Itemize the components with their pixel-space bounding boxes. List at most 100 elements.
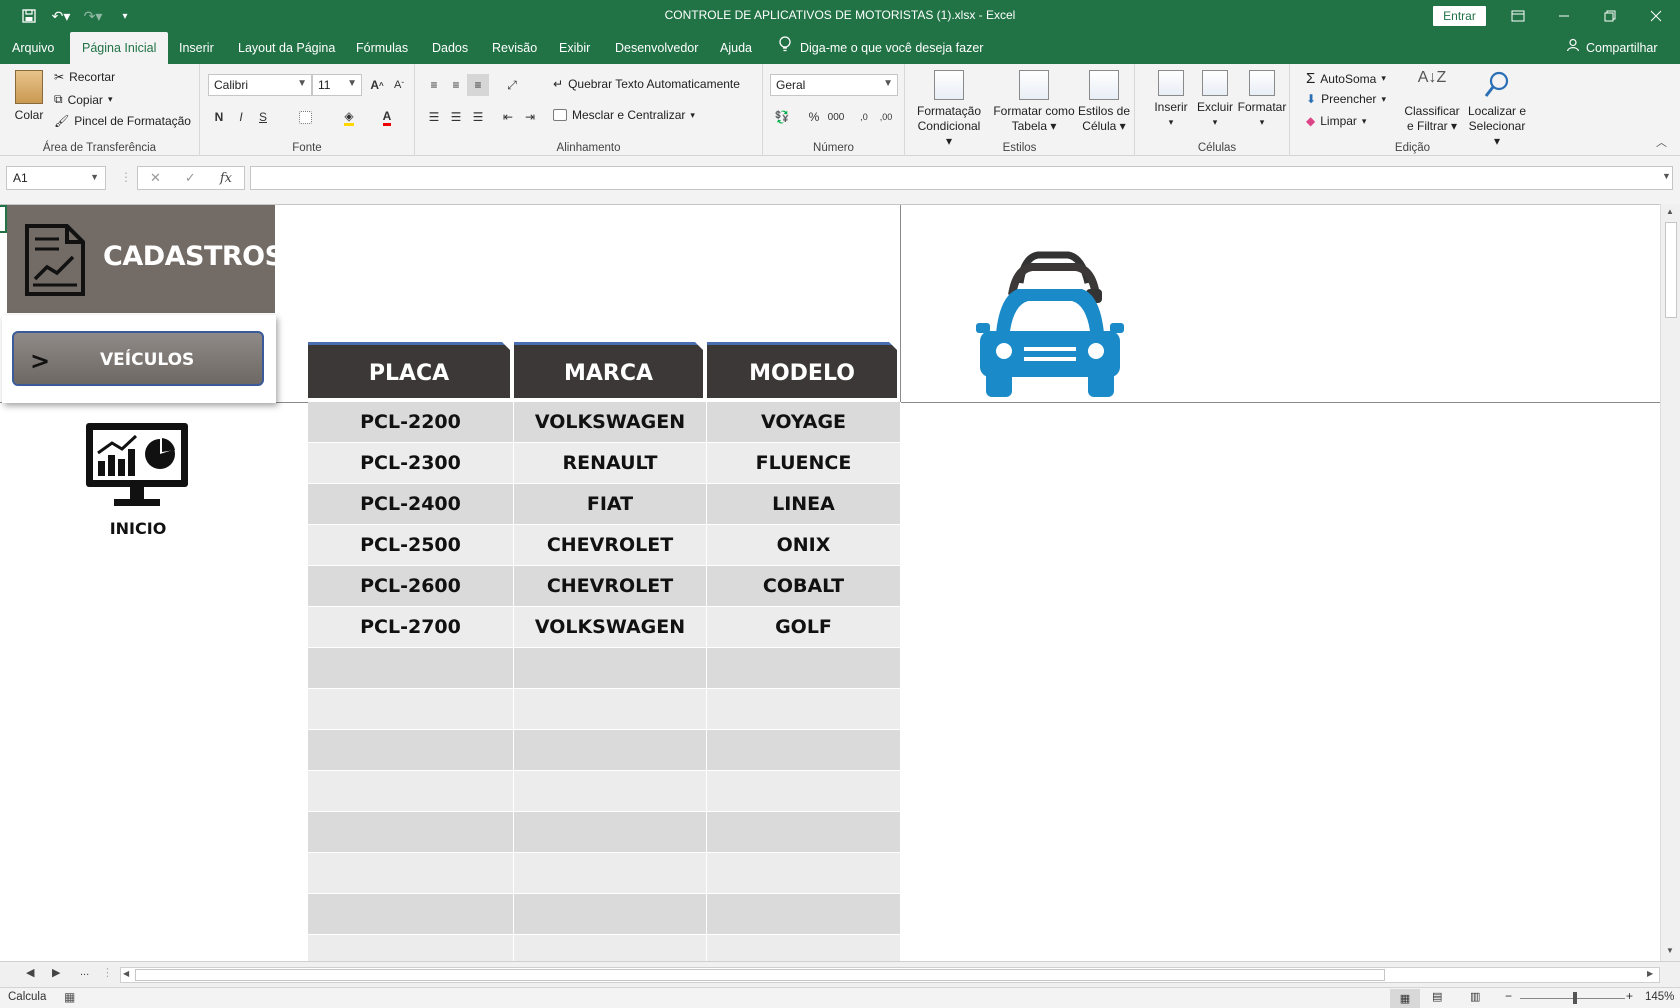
format-as-table-button[interactable]: Formatar como Tabela ▾ (993, 70, 1075, 134)
scroll-left-icon[interactable]: ◀ (123, 969, 129, 978)
cancel-icon[interactable]: ✕ (150, 170, 161, 186)
cell-modelo[interactable] (707, 935, 901, 961)
vertical-scrollbar[interactable]: ▲ ▼ (1660, 204, 1680, 961)
find-select-button[interactable]: Localizar e Selecionar ▾ (1464, 70, 1530, 149)
align-bottom-icon[interactable]: ≡ (467, 74, 489, 96)
more-sheets-button[interactable]: ... (80, 966, 89, 978)
zoom-level[interactable]: 145% (1645, 991, 1674, 1003)
zoom-in-icon[interactable]: + (1626, 989, 1633, 1003)
next-sheet-icon[interactable]: ▶ (52, 966, 60, 979)
cell-marca[interactable] (514, 894, 707, 935)
sort-filter-button[interactable]: A↓Z Classificar e Filtrar ▾ (1402, 70, 1462, 134)
decrease-indent-icon[interactable]: ⇤ (497, 106, 519, 128)
cell-modelo[interactable]: ONIX (707, 525, 901, 566)
cell-placa[interactable]: PCL-2400 (308, 484, 514, 525)
cell-placa[interactable] (308, 812, 514, 853)
cell-modelo[interactable] (707, 894, 901, 935)
enter-icon[interactable]: ✓ (185, 170, 196, 186)
cell-modelo[interactable]: COBALT (707, 566, 901, 607)
cell-placa[interactable]: PCL-2300 (308, 443, 514, 484)
zoom-slider-handle[interactable] (1573, 992, 1577, 1004)
veiculos-button[interactable]: > VEÍCULOS (12, 331, 264, 386)
worksheet-grid[interactable]: CADASTROS > VEÍCULOS INICIO PLACA MARCA (0, 204, 1660, 961)
orientation-icon[interactable]: ⤢ (501, 74, 523, 96)
wrap-text-button[interactable]: ↵ Quebrar Texto Automaticamente (553, 77, 740, 91)
cell-marca[interactable]: FIAT (514, 484, 707, 525)
cell-marca[interactable]: CHEVROLET (514, 566, 707, 607)
scroll-right-icon[interactable]: ▶ (1647, 969, 1653, 978)
format-cells-button[interactable]: Formatar ▾ (1237, 70, 1287, 130)
tab-dados[interactable]: Dados (432, 32, 468, 64)
scroll-up-icon[interactable]: ▲ (1666, 207, 1674, 216)
underline-button[interactable]: S (252, 106, 274, 128)
currency-icon[interactable]: 💱 (771, 106, 793, 128)
cell-placa[interactable] (308, 648, 514, 689)
fill-color-button[interactable]: ◈ (338, 106, 360, 128)
tab-inserir[interactable]: Inserir (179, 32, 214, 64)
cut-button[interactable]: ✂ Recortar (54, 70, 115, 84)
fill-button[interactable]: ⬇ Preencher ▾ (1306, 92, 1386, 106)
cell-modelo[interactable] (707, 812, 901, 853)
zoom-out-icon[interactable]: − (1505, 989, 1512, 1003)
cell-placa[interactable]: PCL-2200 (308, 402, 514, 443)
tab-layout-da-pagina[interactable]: Layout da Página (238, 32, 335, 64)
sign-in-button[interactable]: Entrar (1433, 6, 1486, 26)
shrink-font-button[interactable]: Aˇ (388, 74, 410, 96)
cell-modelo[interactable] (707, 853, 901, 894)
increase-decimal-icon[interactable]: ,0 (853, 106, 875, 128)
cell-modelo[interactable]: GOLF (707, 607, 901, 648)
tab-revisao[interactable]: Revisão (492, 32, 537, 64)
cell-marca[interactable]: VOLKSWAGEN (514, 402, 707, 443)
cell-modelo[interactable] (707, 730, 901, 771)
normal-view-icon[interactable]: ▦ (1390, 989, 1420, 1008)
cell-placa[interactable]: PCL-2700 (308, 607, 514, 648)
autosum-button[interactable]: Σ AutoSoma ▾ (1306, 70, 1386, 87)
align-center-icon[interactable]: ☰ (445, 106, 467, 128)
bold-button[interactable]: N (208, 106, 230, 128)
cell-marca[interactable] (514, 935, 707, 961)
cell-placa[interactable]: PCL-2500 (308, 525, 514, 566)
cell-placa[interactable] (308, 894, 514, 935)
insert-cells-button[interactable]: Inserir ▾ (1149, 70, 1193, 130)
align-middle-icon[interactable]: ≡ (445, 74, 467, 96)
delete-cells-button[interactable]: Excluir ▾ (1193, 70, 1237, 130)
align-left-icon[interactable]: ☰ (423, 106, 445, 128)
macro-record-icon[interactable]: ▦ (64, 990, 75, 1004)
page-break-view-icon[interactable]: ▥ (1470, 990, 1480, 1003)
cell-placa[interactable] (308, 853, 514, 894)
cell-marca[interactable]: VOLKSWAGEN (514, 607, 707, 648)
cell-marca[interactable] (514, 648, 707, 689)
cell-marca[interactable] (514, 689, 707, 730)
tab-ajuda[interactable]: Ajuda (720, 32, 752, 64)
align-top-icon[interactable]: ≡ (423, 74, 445, 96)
cell-styles-button[interactable]: Estilos de Célula ▾ (1077, 70, 1131, 134)
page-layout-view-icon[interactable]: ▤ (1432, 990, 1442, 1003)
cell-marca[interactable]: CHEVROLET (514, 525, 707, 566)
borders-button[interactable] (294, 106, 316, 128)
inicio-label[interactable]: INICIO (90, 519, 186, 538)
share-button[interactable]: Compartilhar (1566, 32, 1658, 64)
cell-modelo[interactable]: LINEA (707, 484, 901, 525)
vertical-scroll-thumb[interactable] (1665, 222, 1677, 318)
restore-icon[interactable] (1587, 0, 1633, 32)
paste-button[interactable]: Colar (10, 70, 48, 123)
conditional-formatting-button[interactable]: Formatação Condicional ▾ (913, 70, 985, 149)
ribbon-display-options-icon[interactable] (1495, 0, 1541, 32)
dashboard-monitor-icon[interactable] (84, 421, 190, 509)
cell-placa[interactable] (308, 935, 514, 961)
tab-exibir[interactable]: Exibir (559, 32, 590, 64)
font-size-select[interactable]: 11 ▼ (312, 74, 362, 96)
clear-button[interactable]: ◆ Limpar ▾ (1306, 114, 1366, 128)
increase-indent-icon[interactable]: ⇥ (519, 106, 541, 128)
font-name-select[interactable]: Calibri ▼ (208, 74, 312, 96)
minimize-icon[interactable] (1541, 0, 1587, 32)
collapse-ribbon-icon[interactable]: ︿ (1656, 134, 1667, 150)
align-right-icon[interactable]: ☰ (467, 106, 489, 128)
copy-button[interactable]: ⧉ Copiar ▾ (54, 92, 112, 107)
horizontal-scrollbar[interactable]: ◀ ▶ (120, 967, 1660, 983)
cell-marca[interactable]: RENAULT (514, 443, 707, 484)
cell-marca[interactable] (514, 730, 707, 771)
previous-sheet-icon[interactable]: ◀ (26, 966, 34, 979)
cell-placa[interactable] (308, 771, 514, 812)
cell-placa[interactable] (308, 730, 514, 771)
